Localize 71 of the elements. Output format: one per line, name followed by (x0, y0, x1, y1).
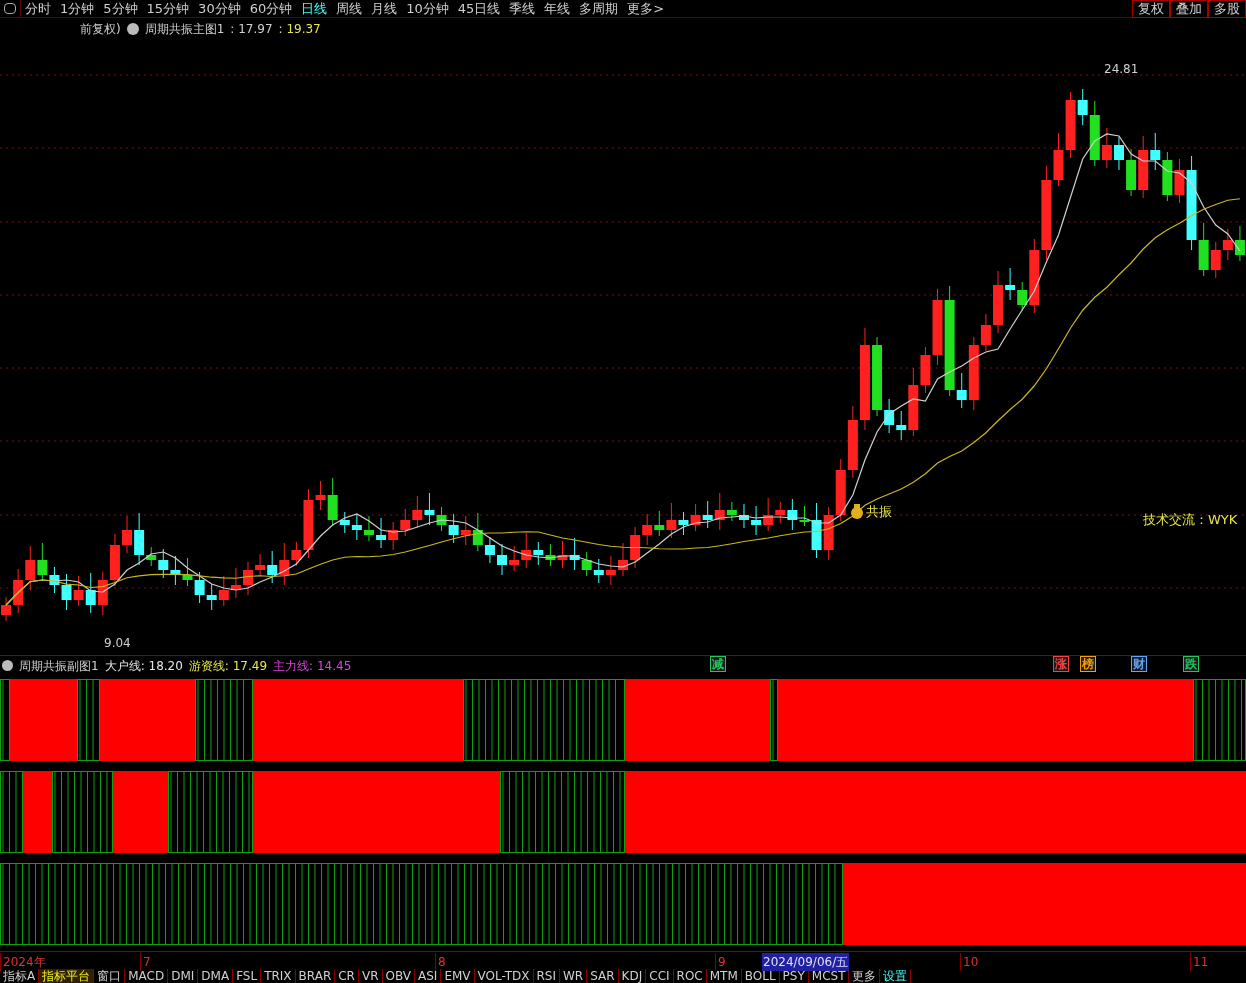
period-tab[interactable]: 1分钟 (60, 0, 95, 19)
panel-toggle-icon[interactable] (4, 3, 16, 14)
date-axis-label: 8 (435, 953, 446, 971)
indicator-name: 周期共振主图1 (144, 21, 225, 38)
indicator-value: 游资线: 17.49 (188, 657, 268, 675)
indicator-tab[interactable]: EMV (441, 969, 475, 983)
indicator-tab[interactable]: PSY (779, 969, 809, 983)
indicator-tab[interactable]: SAR (587, 969, 619, 983)
price-adjust-label: 前复权) (80, 21, 121, 38)
sub-indicator-name: 周期共振副图1 (19, 657, 99, 675)
indicator-tab[interactable]: BRAR (295, 969, 336, 983)
toolbar-button[interactable]: 复权 (1132, 0, 1170, 18)
period-tab[interactable]: 45日线 (457, 0, 501, 19)
indicator-tab[interactable]: DMI (168, 969, 199, 983)
toolbar-button[interactable]: 多股 (1208, 0, 1246, 18)
indicator-tab[interactable]: MTM (706, 969, 742, 983)
dropdown-icon[interactable] (2, 660, 13, 671)
indicator-tab[interactable]: RSI (533, 969, 560, 983)
settings-tab[interactable]: 设置 (880, 969, 912, 983)
signal-marker: 跌 (1183, 656, 1199, 672)
indicator-tab[interactable]: OBV (382, 969, 416, 983)
indicator-tab[interactable]: VR (358, 969, 383, 983)
period-tab[interactable]: 季线 (509, 0, 536, 19)
date-axis-label: 7 (140, 953, 151, 971)
period-tab[interactable]: 日线 (301, 0, 328, 19)
contact-note: 技术交流：WYK (1143, 511, 1238, 529)
low-price-label: 9.04 (104, 635, 131, 652)
indicator-value: : 19.37 (278, 21, 321, 38)
indicator-tab[interactable]: CCI (646, 969, 674, 983)
indicator-tab[interactable]: BOLL (741, 969, 780, 983)
period-tab[interactable]: 多周期 (579, 0, 619, 19)
indicator-tab[interactable]: 窗口 (94, 969, 126, 983)
indicator-tab[interactable]: 更多 (849, 969, 881, 983)
period-tab[interactable]: 60分钟 (249, 0, 293, 19)
date-axis-label: 9 (715, 953, 726, 971)
period-tab[interactable]: 更多> (627, 0, 665, 19)
period-tab[interactable]: 分时 (25, 0, 51, 19)
period-tab[interactable]: 月线 (371, 0, 398, 19)
indicator-value: 主力线: 14.45 (273, 657, 352, 675)
indicator-value: : 17.97 (230, 21, 273, 38)
high-price-label: 24.81 (1104, 61, 1139, 78)
indicator-tab[interactable]: WR (560, 969, 588, 983)
date-axis-label: 10 (960, 953, 979, 971)
indicator-tab[interactable]: FSL (233, 969, 262, 983)
date-axis-label: 11 (1190, 953, 1209, 971)
toolbar-button[interactable]: 叠加 (1170, 0, 1208, 18)
signal-marker: 榜 (1080, 656, 1096, 672)
signal-marker: 财 (1131, 656, 1147, 672)
money-bag-icon (850, 503, 864, 519)
signal-marker: 涨 (1053, 656, 1069, 672)
indicator-tab[interactable]: ROC (673, 969, 707, 983)
indicator-tab[interactable]: TRIX (261, 969, 296, 983)
period-tab[interactable]: 年线 (544, 0, 571, 19)
indicator-tab[interactable]: MACD (125, 969, 169, 983)
date-axis-label: 2024/09/06/五 (762, 953, 850, 971)
indicator-tab[interactable]: CR (335, 969, 359, 983)
signal-label: 共振 (866, 503, 892, 521)
period-tab[interactable]: 15分钟 (146, 0, 190, 19)
period-tab[interactable]: 5分钟 (103, 0, 138, 19)
indicator-tab[interactable]: ASI (415, 969, 442, 983)
period-tab[interactable]: 30分钟 (198, 0, 241, 19)
indicator-tab[interactable]: VOL-TDX (474, 969, 534, 983)
indicator-value: 大户线: 18.20 (104, 657, 183, 675)
indicator-tab[interactable]: DMA (198, 969, 234, 983)
indicator-tab[interactable]: 指标平台 (39, 969, 95, 983)
indicator-tab[interactable]: MCST (808, 969, 850, 983)
indicator-tab[interactable]: KDJ (618, 969, 647, 983)
period-tab[interactable]: 10分钟 (406, 0, 449, 19)
dropdown-icon[interactable] (126, 23, 139, 35)
period-tab[interactable]: 周线 (336, 0, 363, 19)
signal-marker: 减 (710, 656, 726, 672)
